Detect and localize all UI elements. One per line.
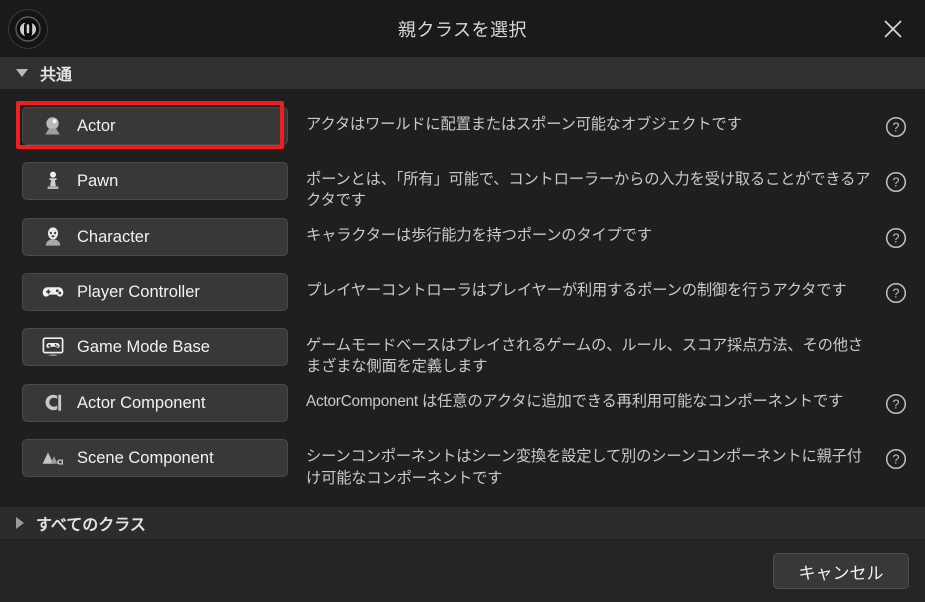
close-icon[interactable] (875, 11, 911, 47)
help-circle-icon[interactable]: ? (879, 377, 913, 415)
class-description-actor: アクタはワールドに配置またはスポーン可能なオブジェクトです (306, 116, 742, 133)
class-label-actor-component: Actor Component (77, 393, 206, 412)
class-button-character[interactable]: Character (22, 218, 288, 257)
class-description-game-mode-base: ゲームモードベースはプレイされるゲームの、ルール、スコア採点方法、その他さまざま… (306, 337, 863, 376)
class-description-scene-component: シーンコンポーネントはシーン変換を設定して別のシーンコンポーネントに親子付け可能… (306, 448, 862, 487)
class-row-actor-component: Actor Component ActorComponent は任意のアクタに追… (0, 377, 925, 432)
gamepad-icon (41, 280, 65, 304)
common-class-list: Actor アクタはワールドに配置またはスポーン可能なオブジェクトです ? Pa… (0, 90, 925, 507)
svg-text:?: ? (893, 398, 900, 412)
class-row-character: Character キャラクターは歩行能力を持つポーンのタイプです ? (0, 211, 925, 266)
dialog-title: 親クラスを選択 (397, 19, 528, 40)
character-head-icon (41, 225, 65, 249)
actor-sphere-icon (41, 114, 65, 138)
class-row-pawn: Pawn ポーンとは、「所有」可能で、コントローラーからの入力を受け取ることがで… (0, 155, 925, 211)
class-button-pawn[interactable]: Pawn (22, 162, 288, 200)
svg-text:?: ? (893, 287, 900, 301)
title-bar: 親クラスを選択 (0, 0, 925, 57)
pawn-chesspiece-icon (41, 169, 65, 193)
class-label-actor: Actor (77, 116, 116, 135)
class-button-player-controller[interactable]: Player Controller (22, 273, 288, 312)
class-button-scene-component[interactable]: Scene Component (22, 439, 288, 478)
triangle-right-icon (16, 517, 24, 529)
dialog-footer: キャンセル (0, 540, 925, 602)
gamemode-screen-icon (41, 335, 65, 359)
svg-text:?: ? (893, 121, 900, 135)
help-circle-icon[interactable]: ? (879, 266, 913, 304)
help-circle-icon[interactable]: ? (879, 211, 913, 249)
class-button-game-mode-base[interactable]: Game Mode Base (22, 328, 288, 367)
cancel-button[interactable]: キャンセル (773, 553, 909, 589)
help-circle-icon[interactable]: ? (879, 432, 913, 470)
help-placeholder (879, 321, 913, 337)
class-label-pawn: Pawn (77, 171, 119, 190)
class-description-character: キャラクターは歩行能力を持つポーンのタイプです (306, 227, 652, 245)
class-description-pawn: ポーンとは、「所有」可能で、コントローラーからの入力を受け取ることができるアクタ… (306, 171, 871, 210)
class-button-actor-component[interactable]: Actor Component (22, 384, 288, 423)
class-description-player-controller: プレイヤーコントローラはプレイヤーが利用するポーンの制御を行うアクタです (306, 282, 847, 300)
class-description-actor-component: ActorComponent は任意のアクタに追加できる再利用可能なコンポーネン… (306, 393, 844, 411)
actor-component-icon (41, 391, 65, 415)
class-row-actor: Actor アクタはワールドに配置またはスポーン可能なオブジェクトです ? (0, 100, 925, 155)
all-classes-area: すべてのクラス (0, 507, 925, 540)
class-row-player-controller: Player Controller プレイヤーコントローラはプレイヤーが利用する… (0, 266, 925, 321)
class-label-player-controller: Player Controller (77, 282, 200, 301)
class-row-game-mode-base: Game Mode Base ゲームモードベースはプレイされるゲームの、ルール、… (0, 321, 925, 377)
scene-component-icon (41, 446, 65, 470)
help-circle-icon[interactable]: ? (879, 155, 913, 193)
all-classes-section-label: すべてのクラス (36, 517, 146, 534)
help-circle-icon[interactable]: ? (879, 100, 913, 138)
svg-text:?: ? (893, 232, 900, 246)
all-classes-section-header[interactable]: すべてのクラス (0, 507, 925, 540)
common-section-label: 共通 (40, 67, 73, 84)
class-row-scene-component: Scene Component シーンコンポーネントはシーン変換を設定して別のシ… (0, 432, 925, 488)
class-label-character: Character (77, 227, 150, 246)
common-section-header[interactable]: 共通 (0, 57, 925, 90)
svg-text:?: ? (893, 453, 900, 467)
unreal-engine-logo-icon (8, 8, 48, 49)
triangle-down-icon (16, 69, 28, 77)
svg-text:?: ? (893, 176, 900, 190)
select-parent-class-dialog: 親クラスを選択 共通 Actor アクタはワールドに配置またはスポーン可能なオブ… (0, 0, 925, 602)
class-label-game-mode-base: Game Mode Base (77, 337, 210, 356)
class-label-scene-component: Scene Component (77, 448, 214, 467)
class-button-actor[interactable]: Actor (22, 107, 288, 145)
